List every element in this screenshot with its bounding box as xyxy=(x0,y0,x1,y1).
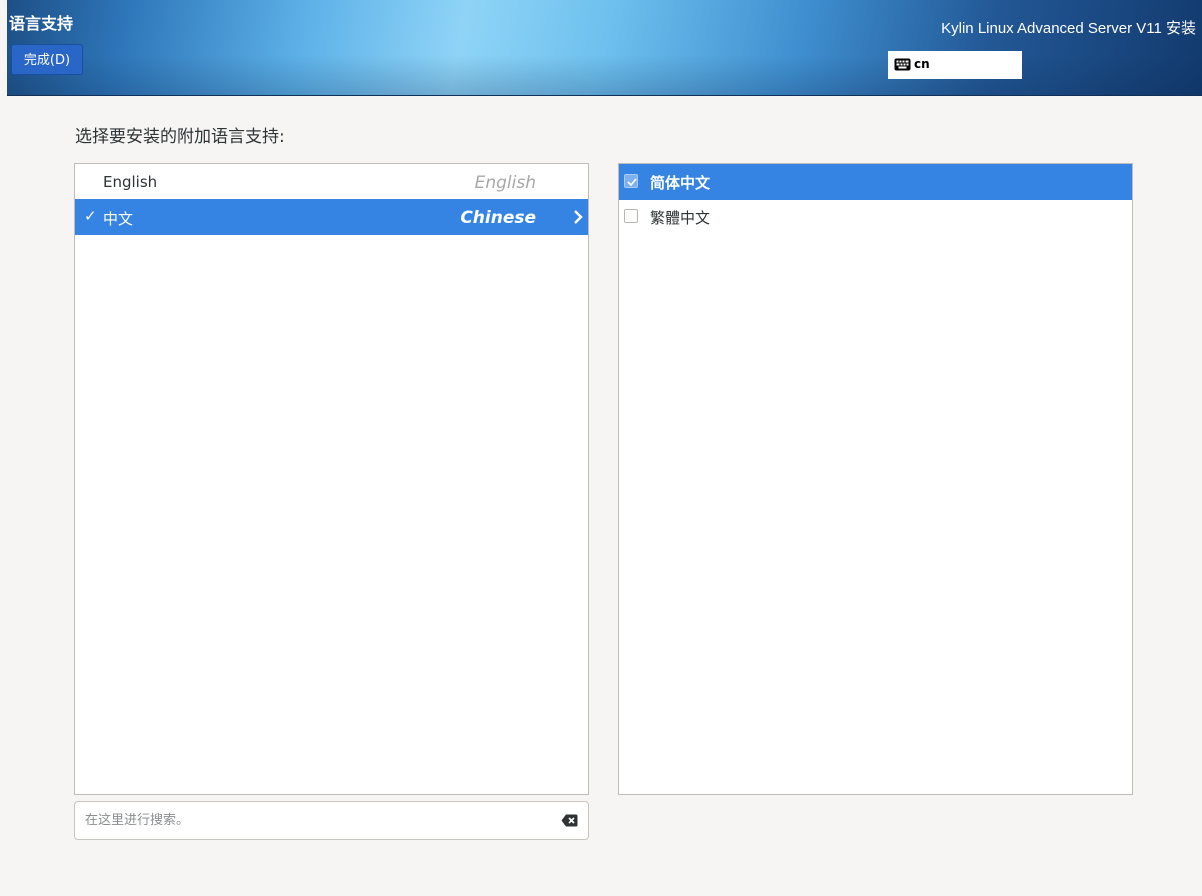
language-english-name: Chinese xyxy=(460,208,536,228)
language-native-name: 中文 xyxy=(103,210,134,228)
done-button[interactable]: 完成(D) xyxy=(11,44,83,75)
product-title: Kylin Linux Advanced Server V11 安装 xyxy=(941,20,1196,37)
language-search-box xyxy=(74,801,589,840)
checkbox-check-icon xyxy=(627,178,637,187)
language-row-english[interactable]: English English xyxy=(75,164,588,200)
language-prompt: 选择要安装的附加语言支持: xyxy=(75,127,285,147)
check-icon: ✓ xyxy=(84,207,97,225)
locale-checkbox[interactable] xyxy=(624,209,638,223)
keyboard-icon xyxy=(894,58,911,71)
locale-row-simplified-chinese[interactable]: 简体中文 xyxy=(619,164,1132,200)
locale-label: 简体中文 xyxy=(650,174,711,192)
header-bar: 语言支持 完成(D) Kylin Linux Advanced Server V… xyxy=(7,0,1202,95)
clear-icon[interactable] xyxy=(561,814,578,827)
keyboard-layout-label: cn xyxy=(914,57,930,71)
keyboard-layout-indicator[interactable]: cn xyxy=(888,51,1022,79)
language-english-name: English xyxy=(474,173,536,193)
locale-checkbox[interactable] xyxy=(624,174,638,188)
locale-list: 简体中文 繁體中文 xyxy=(618,163,1133,795)
locale-row-traditional-chinese[interactable]: 繁體中文 xyxy=(619,199,1132,235)
chevron-right-icon xyxy=(574,210,583,224)
spoke-title: 语言支持 xyxy=(9,14,74,33)
language-native-name: English xyxy=(103,173,158,191)
language-row-chinese[interactable]: ✓ 中文 Chinese xyxy=(75,199,588,235)
locale-label: 繁體中文 xyxy=(650,209,711,227)
search-input[interactable] xyxy=(75,802,545,839)
language-list: English English ✓ 中文 Chinese xyxy=(74,163,589,795)
